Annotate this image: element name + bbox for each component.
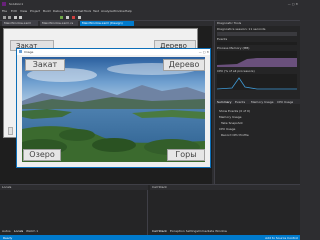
pause-icon[interactable] (66, 16, 69, 19)
status-bar: Ready Add to Source Control (0, 235, 300, 240)
button-tree[interactable]: Дерево (163, 59, 205, 71)
take-snapshot-button[interactable]: Take Snapshot (221, 121, 299, 125)
menu-file[interactable]: File (2, 9, 7, 13)
stop-icon[interactable] (72, 16, 75, 19)
record-cpu-profile-button[interactable]: Record CPU Profile (221, 133, 299, 137)
app-window: Image — ▢ ✕ Закат Дерево Озеро Горы (16, 48, 211, 168)
toolbar (0, 14, 300, 21)
tab-autos[interactable]: Autos (2, 229, 11, 233)
memory-usage-heading: Memory Usage (219, 115, 242, 119)
menu-tools[interactable]: Tools (84, 9, 91, 13)
undo-icon[interactable] (19, 16, 22, 19)
ide-titlebar: Solution1 — ▢ ✕ (0, 0, 300, 8)
cpu-graph-svg (216, 77, 297, 90)
memory-graph-svg (217, 58, 297, 67)
titlebar-text: Solution1 (9, 2, 24, 6)
tab-summary[interactable]: Summary (217, 100, 232, 104)
menu-analyze[interactable]: Analyze (101, 9, 113, 13)
show-events-link[interactable]: Show Events (0 of 0) (219, 109, 299, 113)
app-icon (19, 50, 22, 53)
menu-project[interactable]: Project (30, 9, 40, 13)
menu-build[interactable]: Build (43, 9, 51, 13)
menu-format[interactable]: Format (73, 9, 84, 13)
menu-debug[interactable]: Debug (53, 9, 63, 13)
cpu-graph (216, 74, 297, 90)
diagnostic-tabs: Summary Events Memory Usage CPU Usage (215, 99, 301, 104)
events-track (217, 42, 297, 45)
menu-view[interactable]: View (20, 9, 27, 13)
events-section: Events (217, 37, 228, 41)
button-lake[interactable]: Озеро (23, 149, 61, 161)
tab-immediate-window[interactable]: Immediate Window (198, 229, 227, 233)
save-icon[interactable] (14, 16, 17, 19)
cpu-usage-heading: CPU Usage (219, 127, 236, 131)
app-titlebar: Image — ▢ ✕ (17, 49, 210, 55)
back-icon[interactable] (3, 16, 6, 19)
diagnostic-title: Diagnostic Tools (215, 21, 301, 26)
window-controls[interactable]: — ▢ ✕ (272, 2, 298, 6)
lake-landscape-image (22, 57, 205, 162)
app-title: Image (24, 50, 34, 54)
diagnostic-session: Diagnostics session: 11 seconds (217, 27, 266, 31)
menu-help[interactable]: Help (125, 9, 132, 13)
locals-panel: Locals Autos Locals Watch 1 (0, 185, 148, 235)
locals-title: Locals (0, 185, 148, 190)
tab-watch1[interactable]: Watch 1 (26, 229, 38, 233)
callstack-panel: Call Stack Call Stack Exception Settings… (150, 185, 300, 235)
tab-events[interactable]: Events (235, 100, 245, 104)
restart-icon[interactable] (78, 16, 81, 19)
button-mountains[interactable]: Горы (167, 149, 205, 161)
timeline-ruler[interactable] (217, 32, 297, 36)
menu-team[interactable]: Team (64, 9, 72, 13)
locals-tabs: Autos Locals Watch 1 (2, 229, 62, 234)
tab-cpu-usage[interactable]: CPU Usage (277, 100, 293, 104)
menu-window[interactable]: Window (113, 9, 125, 13)
menu-test[interactable]: Test (93, 9, 99, 13)
memory-section: Process Memory (MB) (217, 46, 250, 50)
button-sunset[interactable]: Закат (25, 59, 65, 71)
source-control-button[interactable]: Add to Source Control (240, 236, 298, 240)
continue-icon[interactable] (60, 16, 63, 19)
tab-exception-settings[interactable]: Exception Settings (170, 229, 198, 233)
vs-logo-icon (2, 2, 6, 6)
callstack-title: Call Stack (150, 185, 300, 190)
cpu-section: CPU (% of all processors) (217, 69, 255, 73)
designer-button-lake-partial[interactable] (8, 127, 13, 135)
callstack-tabs: Call Stack Exception Settings Immediate … (152, 229, 298, 234)
menu-edit[interactable]: Edit (11, 9, 17, 13)
forward-icon[interactable] (8, 16, 11, 19)
app-window-controls[interactable]: — ▢ ✕ (187, 50, 209, 54)
diagnostic-tools-panel: Diagnostic Tools Diagnostics session: 11… (214, 21, 301, 184)
tab-memory-usage[interactable]: Memory Usage (251, 100, 274, 104)
tab-locals[interactable]: Locals (14, 229, 23, 233)
tab-call-stack[interactable]: Call Stack (152, 229, 167, 233)
bottom-panels: Locals Autos Locals Watch 1 Call Stack C… (0, 184, 300, 235)
status-text: Ready (3, 236, 13, 240)
memory-graph (217, 51, 297, 67)
